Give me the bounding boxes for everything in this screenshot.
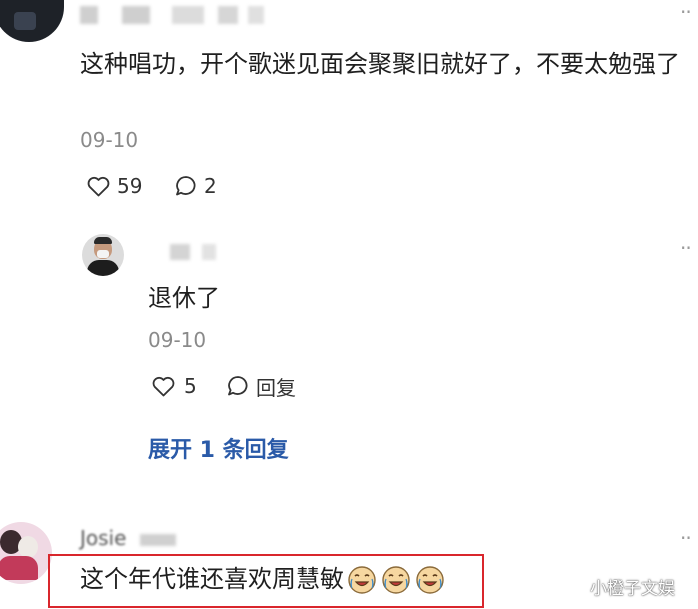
username-blurred: [172, 6, 204, 24]
avatar[interactable]: [82, 234, 124, 276]
reply-count: 2: [204, 174, 217, 198]
more-options-icon[interactable]: ··: [680, 236, 692, 260]
reply-label: 回复: [256, 375, 296, 400]
comment-icon: [228, 376, 248, 396]
username-blurred: [80, 6, 98, 24]
username-blurred: [170, 244, 190, 260]
heart-icon: [87, 176, 110, 197]
avatar[interactable]: [0, 0, 64, 42]
like-count: 5: [184, 374, 197, 398]
comment-date: 09-10: [80, 128, 139, 152]
expand-replies-link[interactable]: 展开 1 条回复: [148, 432, 289, 464]
crying-laugh-icon: [348, 566, 376, 594]
reply-button[interactable]: 回复: [226, 373, 296, 400]
heart-icon: [152, 376, 175, 397]
comment-icon: [176, 176, 196, 196]
username-blurred: [202, 244, 216, 260]
emoji-group: [346, 563, 448, 595]
reply-button[interactable]: 2: [174, 173, 217, 199]
more-options-icon[interactable]: ··: [680, 0, 692, 24]
reply-date: 09-10: [148, 328, 207, 352]
comment-text: 这个年代谁还喜欢周慧敏: [80, 565, 344, 593]
username-blurred: [248, 6, 264, 24]
like-button[interactable]: 59: [86, 173, 142, 199]
crying-laugh-icon: [416, 566, 444, 594]
more-options-icon[interactable]: ··: [680, 526, 692, 550]
like-button[interactable]: 5: [151, 373, 197, 399]
username-blurred: [218, 6, 238, 24]
avatar[interactable]: [0, 522, 52, 584]
username-blurred: [140, 534, 176, 546]
comment-text: 这种唱功，开个歌迷见面会聚聚旧就好了，不要太勉强了: [80, 50, 680, 78]
username-blurred: [122, 6, 150, 24]
comment-text-row: 这个年代谁还喜欢周慧敏: [80, 561, 448, 597]
username[interactable]: Josie: [80, 526, 126, 550]
watermark: 小橙子文娱: [590, 579, 675, 599]
like-count: 59: [117, 174, 143, 198]
reply-text: 退休了: [148, 284, 220, 312]
crying-laugh-icon: [382, 566, 410, 594]
